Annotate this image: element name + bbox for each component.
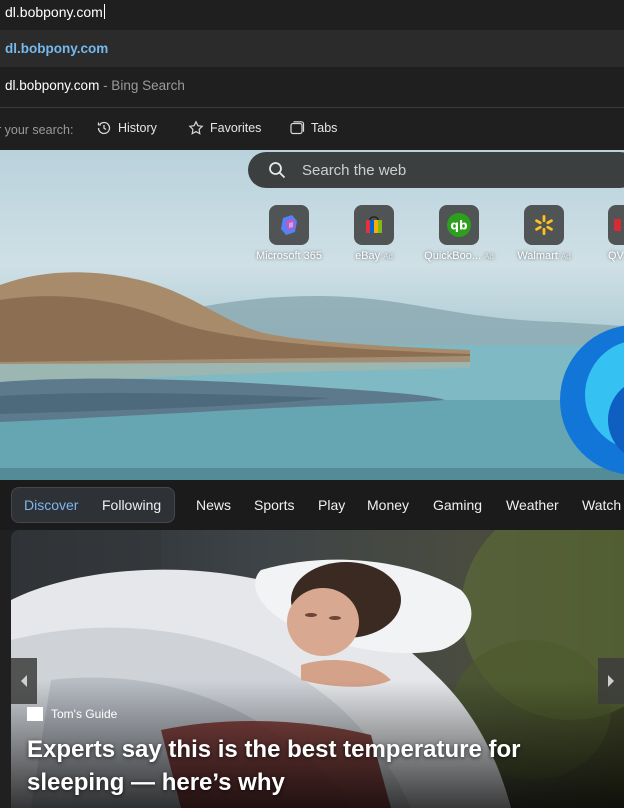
- search-scope-bar: r your search: History Favorites Tabs: [0, 108, 624, 150]
- category-watch[interactable]: Watch: [582, 497, 621, 513]
- quick-link-microsoft365[interactable]: Microsoft 365: [244, 205, 334, 262]
- address-input[interactable]: dl.bobpony.com: [5, 4, 105, 20]
- carousel-prev-button[interactable]: [11, 658, 37, 704]
- microsoft365-icon: [269, 205, 309, 245]
- chevron-left-icon: [21, 675, 27, 687]
- suggestion-search-text: dl.bobpony.com - Bing Search: [5, 78, 185, 93]
- star-icon: [188, 120, 204, 135]
- news-headline[interactable]: Experts say this is the best temperature…: [27, 733, 617, 799]
- quick-link-label: QuickBoo... Ad: [424, 250, 494, 262]
- tabs-icon: [290, 121, 305, 135]
- category-weather[interactable]: Weather: [506, 497, 559, 513]
- quick-link-label: eBay Ad: [355, 250, 393, 262]
- text-caret: [103, 4, 105, 19]
- news-source[interactable]: Tom's Guide: [27, 707, 117, 721]
- suggestion-search-engine: - Bing Search: [99, 78, 185, 93]
- search-placeholder: Search the web: [302, 161, 407, 179]
- quick-link-label: QV: [608, 250, 624, 262]
- search-icon: [269, 162, 286, 179]
- new-tab-background: [0, 150, 624, 480]
- quick-link-qvc[interactable]: QV: [584, 205, 624, 262]
- scope-favorites-label: Favorites: [210, 121, 262, 135]
- qvc-icon: [608, 205, 624, 245]
- quick-link-label: Microsoft 365: [255, 250, 323, 262]
- quick-link-label: Walmart Ad: [517, 250, 571, 262]
- ebay-bag-icon: [354, 205, 394, 245]
- quick-link-walmart[interactable]: Walmart Ad: [499, 205, 589, 262]
- scope-tabs-label: Tabs: [311, 121, 338, 135]
- feed-navigation: Discover Following News Sports Play Mone…: [0, 480, 624, 530]
- scope-tabs-button[interactable]: Tabs: [289, 120, 337, 136]
- suggestion-url-text: dl.bobpony.com: [5, 41, 109, 56]
- category-news[interactable]: News: [196, 497, 231, 513]
- tab-discover[interactable]: Discover: [24, 497, 78, 513]
- category-money[interactable]: Money: [367, 497, 409, 513]
- category-sports[interactable]: Sports: [254, 497, 294, 513]
- quick-link-quickbooks[interactable]: qb QuickBoo... Ad: [414, 205, 504, 262]
- scope-history-button[interactable]: History: [96, 120, 157, 136]
- news-source-name: Tom's Guide: [51, 707, 118, 721]
- search-scope-label: r your search:: [0, 123, 74, 137]
- quickbooks-icon: qb: [439, 205, 479, 245]
- scope-history-label: History: [118, 121, 157, 135]
- quick-link-ebay[interactable]: eBay Ad: [329, 205, 419, 262]
- web-search-box[interactable]: Search the web: [248, 152, 624, 188]
- suggestion-bing-search[interactable]: dl.bobpony.com - Bing Search: [0, 67, 624, 107]
- category-gaming[interactable]: Gaming: [433, 497, 482, 513]
- history-icon: [97, 121, 111, 135]
- address-bar[interactable]: dl.bobpony.com: [0, 0, 624, 30]
- carousel-next-button[interactable]: [598, 658, 624, 704]
- chevron-right-icon: [608, 675, 614, 687]
- tab-following[interactable]: Following: [102, 497, 161, 513]
- source-logo-icon: [27, 707, 43, 721]
- svg-text:qb: qb: [450, 219, 468, 233]
- landscape-image: [0, 272, 624, 480]
- suggestion-url[interactable]: dl.bobpony.com: [0, 30, 624, 67]
- walmart-spark-icon: [524, 205, 564, 245]
- scope-favorites-button[interactable]: Favorites: [188, 120, 261, 136]
- category-play[interactable]: Play: [318, 497, 345, 513]
